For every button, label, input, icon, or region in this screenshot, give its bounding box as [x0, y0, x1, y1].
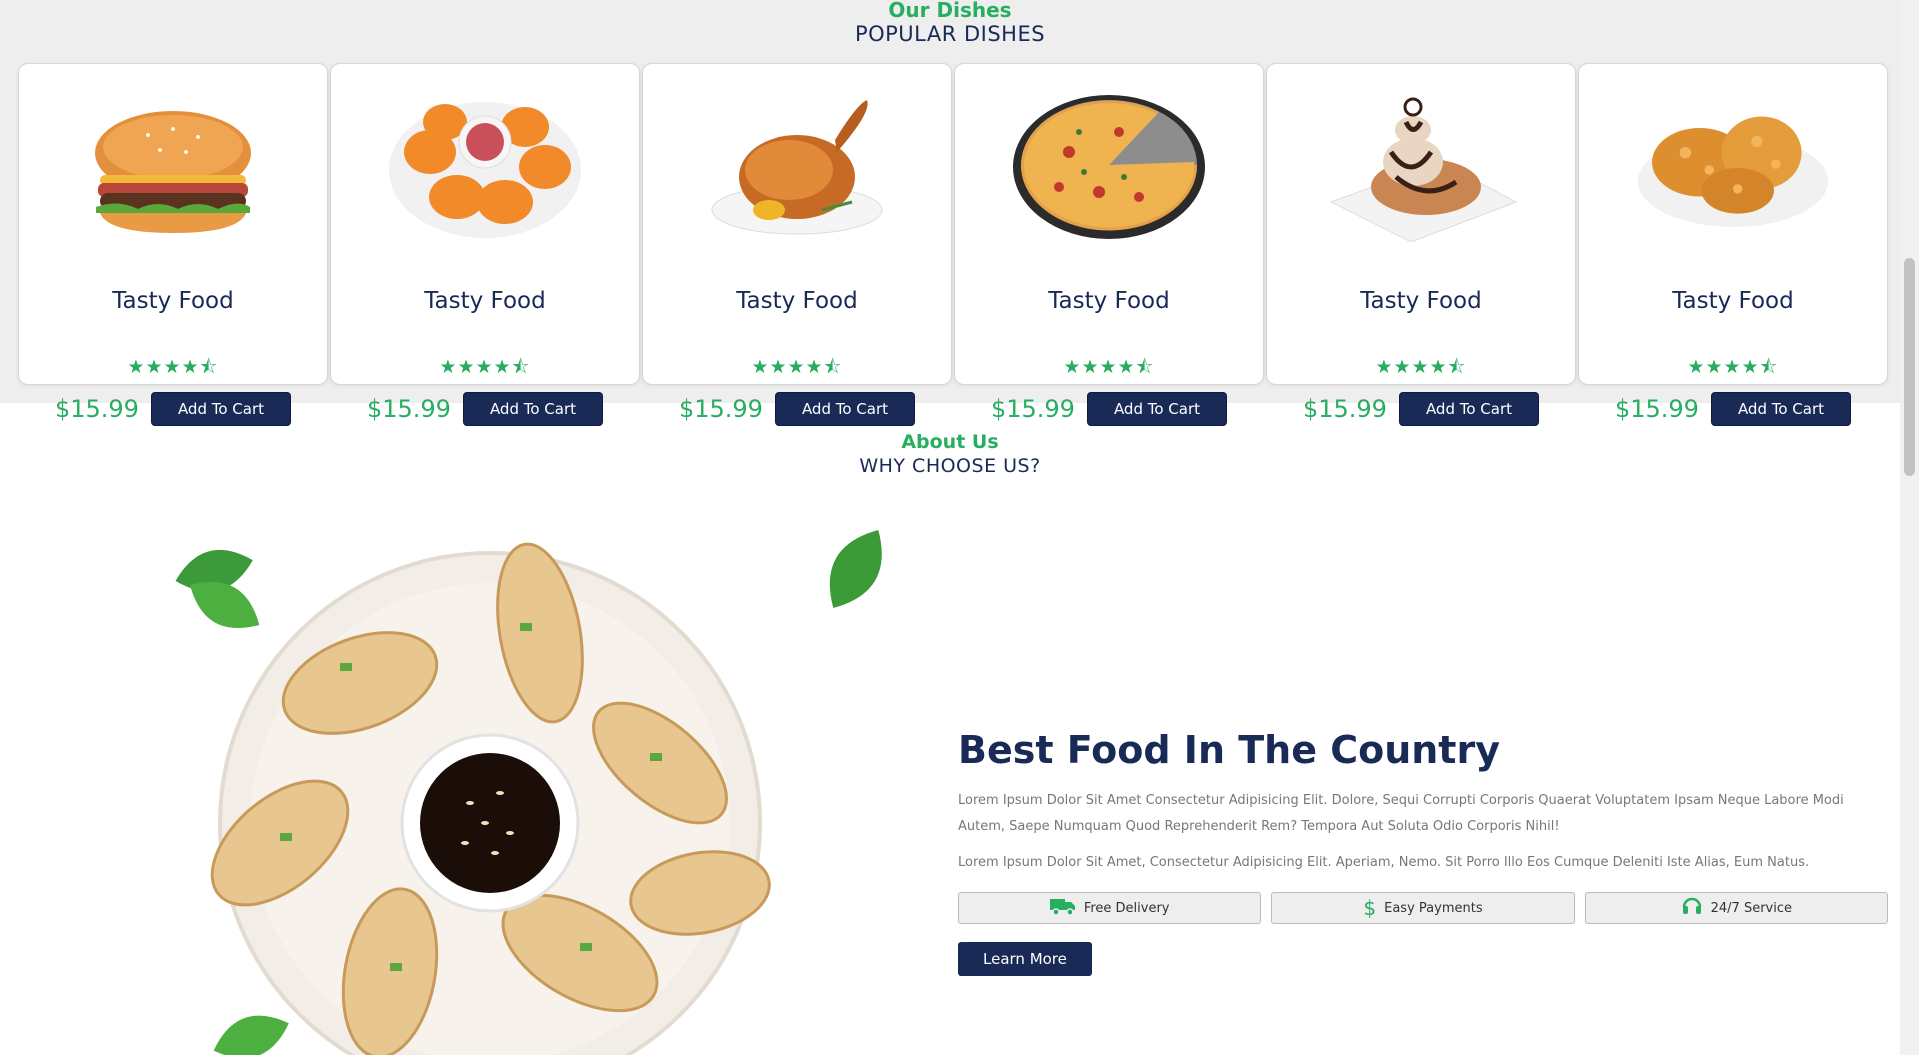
about-paragraph: Lorem Ipsum Dolor Sit Amet Consectetur A…	[958, 793, 1844, 834]
dollar-icon: $	[1363, 896, 1377, 920]
dish-card: Tasty Food ★★★★⯪ $15.99 Add To Cart	[330, 63, 640, 426]
feature-247-service: 24/7 Service	[1584, 892, 1888, 924]
about-subtitle: About Us	[901, 431, 999, 453]
dish-card: Tasty Food ★★★★⯪ $15.99 Add To Cart	[1266, 63, 1576, 426]
burger-image	[73, 92, 273, 242]
dish-name: Tasty Food	[112, 288, 234, 314]
fried-chicken-image	[1633, 92, 1833, 242]
pizza-image	[1009, 92, 1209, 242]
about-heading: WHY CHOOSE US?	[859, 455, 1041, 477]
dishes-heading: POPULAR DISHES	[854, 22, 1046, 46]
learn-more-button[interactable]: Learn More	[958, 942, 1092, 976]
feature-label: Free Delivery	[1083, 900, 1170, 916]
rating-stars-icon: ★★★★⯪	[751, 356, 843, 378]
roast-chicken-image	[697, 92, 897, 242]
rating-stars-icon: ★★★★⯪	[439, 356, 531, 378]
dish-name: Tasty Food	[736, 288, 858, 314]
dish-cards: Tasty Food ★★★★⯪ $15.99 Add To Cart Tast…	[18, 63, 1888, 426]
rating-stars-icon: ★★★★⯪	[1687, 356, 1779, 378]
feature-free-delivery: Free Delivery	[958, 892, 1262, 924]
dish-card: Tasty Food ★★★★⯪ $15.99 Add To Cart	[1578, 63, 1888, 426]
dishes-subtitle: Our Dishes	[888, 0, 1012, 22]
dish-name: Tasty Food	[1672, 288, 1794, 314]
feature-label: Easy Payments	[1384, 900, 1483, 916]
about-content: Best Food In The Country Lorem Ipsum Dol…	[958, 728, 1888, 976]
rating-stars-icon: ★★★★⯪	[1375, 356, 1467, 378]
truck-icon	[1049, 896, 1076, 921]
feature-label: 24/7 Service	[1710, 900, 1792, 916]
scrollbar-thumb[interactable]	[1904, 258, 1915, 476]
dish-card: Tasty Food ★★★★⯪ $15.99 Add To Cart	[642, 63, 952, 426]
rating-stars-icon: ★★★★⯪	[127, 356, 219, 378]
dish-name: Tasty Food	[424, 288, 546, 314]
dish-name: Tasty Food	[1360, 288, 1482, 314]
dish-card: Tasty Food ★★★★⯪ $15.99 Add To Cart	[18, 63, 328, 426]
nuggets-image	[385, 92, 585, 242]
feature-list: Free Delivery $ Easy Payments 24/7 Servi…	[958, 892, 1888, 924]
dessert-image	[1321, 92, 1521, 242]
about-section: About Us WHY CHOOSE US? Best Food In The…	[0, 403, 1900, 1055]
about-title: Best Food In The Country	[958, 728, 1500, 772]
dish-card: Tasty Food ★★★★⯪ $15.99 Add To Cart	[954, 63, 1264, 426]
page-scrollbar[interactable]	[1900, 0, 1919, 1055]
feature-easy-payments: $ Easy Payments	[1271, 892, 1575, 924]
about-paragraph: Lorem Ipsum Dolor Sit Amet, Consectetur …	[958, 855, 1810, 870]
dishes-section: Our Dishes POPULAR DISHES Tasty Food ★★★…	[0, 0, 1900, 426]
dish-name: Tasty Food	[1048, 288, 1170, 314]
headset-icon	[1681, 895, 1703, 922]
dumplings-image	[140, 503, 900, 1055]
rating-stars-icon: ★★★★⯪	[1063, 356, 1155, 378]
